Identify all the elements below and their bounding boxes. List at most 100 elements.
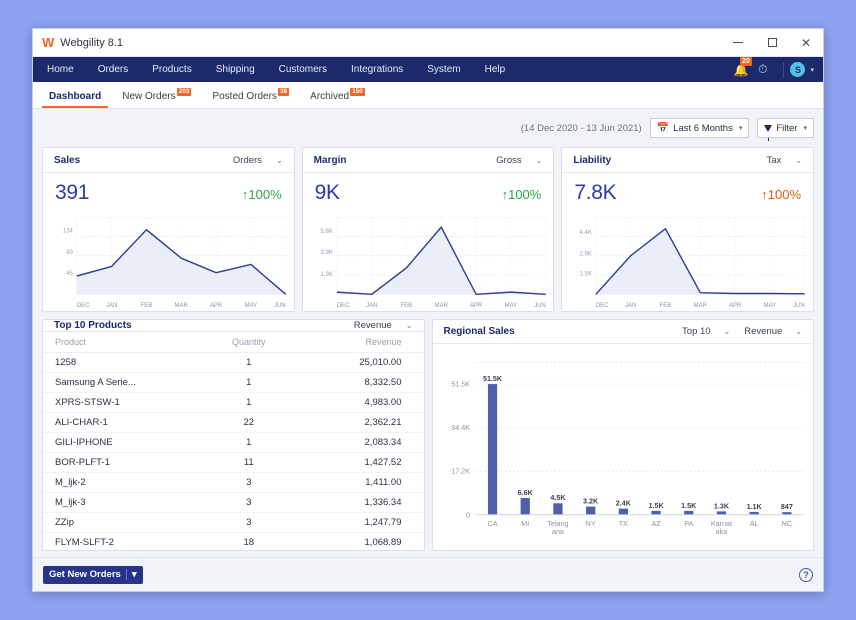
cell-revenue: 2,362.21 [280, 412, 424, 433]
tab-dashboard[interactable]: Dashboard [42, 91, 109, 108]
tab-posted-orders[interactable]: Posted Orders 38 [205, 88, 296, 108]
table-row[interactable]: ALI-CHAR-1 22 2,362.21 [43, 412, 424, 433]
svg-text:17.2K: 17.2K [451, 467, 470, 476]
chevron-down-icon[interactable]: ⌄ [536, 156, 543, 165]
application-window: W Webgility 8.1 ✕ Home Orders Products S… [32, 28, 824, 592]
filter-label: Filter [776, 122, 798, 134]
cell-product: FLYM-SLFT-2 [43, 532, 218, 550]
notifications-button[interactable]: 🔔 20 [728, 57, 754, 82]
table-header: Product Quantity Revenue [43, 332, 424, 353]
svg-text:AZ: AZ [651, 519, 661, 528]
dashboard-toolbar: (14 Dec 2020 - 13 Jun 2021) 📅 Last 6 Mon… [42, 117, 814, 141]
minimize-button[interactable] [721, 29, 755, 56]
cell-revenue: 1,247.79 [280, 512, 424, 533]
sort-selector-label[interactable]: Revenue [354, 320, 392, 331]
svg-text:TX: TX [618, 519, 627, 528]
card-body: 9K ↑100% 5.8K 3.9K 1.9K DEC JAN FEB MAR APR MAY J… [303, 173, 554, 311]
window-controls: ✕ [721, 29, 823, 56]
cell-product: Samsung A Serie... [43, 372, 218, 393]
column-header-quantity[interactable]: Quantity [217, 332, 281, 353]
card-controls: Tax ⌄ [767, 155, 803, 166]
top-n-selector[interactable]: Top 10 ⌄ [682, 326, 730, 337]
svg-text:134: 134 [63, 227, 74, 234]
metric-label: Revenue [744, 326, 783, 338]
column-header-revenue[interactable]: Revenue [280, 332, 424, 353]
svg-text:0: 0 [466, 511, 470, 520]
nav-item-help[interactable]: Help [473, 57, 518, 82]
kpi-card-liability: Liability Tax ⌄ 7.8K ↑100% 4.4K 2.9K 1.5K D… [561, 147, 815, 312]
cell-revenue: 4,983.00 [280, 392, 424, 413]
tab-label: Dashboard [49, 91, 102, 102]
close-button[interactable]: ✕ [789, 29, 823, 56]
metric-selector-label[interactable]: Tax [767, 155, 782, 166]
filter-icon [764, 124, 773, 141]
svg-text:45: 45 [66, 270, 73, 277]
svg-text:DEC: DEC [77, 302, 90, 309]
table-row[interactable]: Samsung A Serie... 1 8,332.50 [43, 372, 424, 393]
table-row[interactable]: ZZip 3 1,247.79 [43, 512, 424, 533]
nav-item-system[interactable]: System [415, 57, 472, 82]
table-row[interactable]: FLYM-SLFT-2 18 1,068.89 [43, 532, 424, 550]
kpi-delta: ↑100% [242, 187, 282, 202]
table-row[interactable]: BOR-PLFT-1 11 1,427.52 [43, 452, 424, 473]
nav-item-integrations[interactable]: Integrations [339, 57, 415, 82]
card-header: Regional Sales Top 10 ⌄ Revenue ⌄ [432, 320, 813, 345]
help-icon[interactable]: ? [799, 567, 813, 582]
get-new-orders-button[interactable]: Get New Orders ▾ [43, 565, 143, 584]
table-row[interactable]: M_ljk-2 3 1,411.00 [43, 472, 424, 493]
chevron-down-icon[interactable]: ▾ [810, 66, 814, 74]
footer-bar: Get New Orders ▾ ? [33, 557, 823, 591]
card-controls: Top 10 ⌄ Revenue ⌄ [682, 326, 802, 337]
table-row[interactable]: M_ljk-3 3 1,336.34 [43, 492, 424, 513]
cell-product: M_ljk-2 [43, 472, 218, 493]
chevron-down-icon: ⌄ [723, 327, 731, 337]
svg-text:1.9K: 1.9K [320, 271, 332, 278]
svg-text:CA: CA [487, 519, 497, 528]
metric-selector-label[interactable]: Orders [233, 155, 262, 166]
tab-label: Archived [310, 91, 350, 102]
calendar-icon: 📅 [656, 122, 670, 134]
timer-icon[interactable]: ⏱ [758, 62, 767, 77]
nav-right-actions: 🔔 20 ⏱ S ▾ [728, 57, 823, 82]
svg-text:JAN: JAN [366, 302, 377, 309]
nav-item-orders[interactable]: Orders [86, 57, 141, 82]
get-new-orders-label: Get New Orders [49, 569, 121, 580]
period-selector[interactable]: 📅 Last 6 Months ▾ [649, 118, 750, 138]
chevron-down-icon[interactable]: ⌄ [795, 156, 802, 165]
svg-text:4.5K: 4.5K [550, 494, 566, 503]
chevron-down-icon[interactable]: ⌄ [276, 156, 283, 165]
maximize-button[interactable] [755, 29, 789, 56]
tab-archived[interactable]: Archived 150 [303, 88, 372, 108]
metric-selector-label[interactable]: Gross [496, 155, 521, 166]
cell-product: ALI-CHAR-1 [43, 412, 218, 433]
cell-revenue: 25,010.00 [280, 352, 424, 373]
webgility-w-logo: W [42, 35, 54, 50]
nav-item-home[interactable]: Home [33, 57, 86, 82]
nav-item-shipping[interactable]: Shipping [204, 57, 267, 82]
chevron-down-icon[interactable]: ⌄ [406, 321, 413, 330]
table-row[interactable]: XPRS-STSW-1 1 4,983.00 [43, 392, 424, 413]
metric-selector[interactable]: Revenue ⌄ [744, 326, 802, 337]
avatar[interactable]: S [790, 62, 806, 77]
nav-item-customers[interactable]: Customers [267, 57, 339, 82]
nav-item-products[interactable]: Products [140, 57, 203, 82]
tab-badge: 150 [350, 88, 365, 96]
table-row[interactable]: 1258 1 25,010.00 [43, 352, 424, 373]
svg-text:3.2K: 3.2K [583, 497, 599, 506]
svg-text:FEB: FEB [400, 302, 412, 309]
svg-text:APR: APR [210, 302, 223, 309]
top-n-label: Top 10 [682, 326, 711, 338]
products-table: Product Quantity Revenue 1258 1 25,010.00 S… [43, 332, 424, 550]
table-row[interactable]: GILI-IPHONE 1 2,083.34 [43, 432, 424, 453]
regional-bar-chart: 51.5K CA 6.6K MI 4.5K Telang ana 3.2K NY 2.4K TX 1.… [433, 344, 814, 550]
svg-text:JUN: JUN [534, 302, 546, 309]
svg-text:MAY: MAY [245, 302, 257, 309]
column-header-product[interactable]: Product [43, 332, 218, 353]
tab-new-orders[interactable]: New Orders 203 [115, 88, 198, 108]
kpi-delta: ↑100% [502, 187, 542, 202]
window-title: Webgility 8.1 [60, 36, 124, 49]
button-separator [125, 569, 127, 580]
filter-button[interactable]: Filter ▾ [757, 118, 814, 141]
svg-text:2.9K: 2.9K [580, 250, 592, 257]
chevron-down-icon: ▾ [803, 125, 807, 132]
